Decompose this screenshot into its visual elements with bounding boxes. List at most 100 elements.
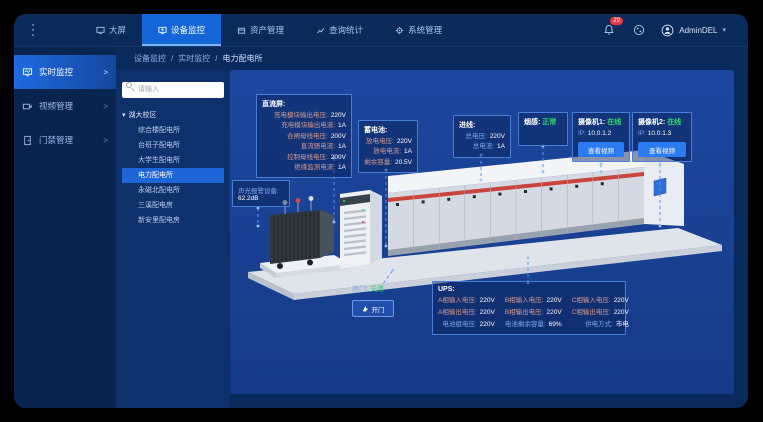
chevron-down-icon: ▾ [722, 26, 726, 34]
user-menu[interactable]: AdminDEL ▾ [661, 24, 726, 37]
chevron-right-icon: > [103, 68, 108, 77]
collapse-menu-icon[interactable] [14, 14, 52, 46]
smoke-detector-panel: 烟感: 正常 [518, 112, 568, 146]
nav-item-query-statistics[interactable]: 查询统计 [300, 14, 379, 46]
main-nav: 大屏 设备监控 资产管理 查询统计 系统管理 [80, 14, 458, 46]
notification-badge: 29 [610, 17, 623, 25]
panel-title: 蓄电池: [364, 125, 412, 135]
tree-item-selected[interactable]: 电力配电所 [122, 168, 224, 183]
user-name: AdminDEL [679, 26, 717, 35]
breadcrumb-item[interactable]: 设备监控 [134, 53, 166, 64]
open-door-button[interactable]: 开门 [352, 300, 394, 317]
ip-value: 10.0.1.2 [588, 129, 612, 139]
metric-value: 200V [331, 132, 346, 142]
sidebar-item-realtime-monitoring[interactable]: 实时监控 > [14, 55, 116, 89]
nav-item-asset-management[interactable]: 资产管理 [221, 14, 300, 46]
metric-label: 总电流: [459, 142, 494, 152]
panel-title: 进线: [459, 120, 505, 130]
sidebar-item-label: 实时监控 [39, 66, 73, 78]
tree-root-node[interactable]: ▾ 湖大校区 [122, 108, 224, 123]
camera2-panel: 摄像机2: 在线 IP: 10.0.1.3 查看视频 [632, 112, 692, 162]
metric-label: 供电方式: [572, 319, 613, 330]
panel-title: 摄像机1: [578, 119, 605, 126]
monitor-icon [158, 26, 167, 35]
tree-item[interactable]: 综合楼配电所 [122, 123, 224, 138]
panel-title: UPS: [438, 286, 620, 293]
panel-title: 声光报警设备: [238, 185, 284, 195]
app-window: 大屏 设备监控 资产管理 查询统计 系统管理 29 [14, 14, 748, 408]
bigscreen-icon [96, 26, 105, 35]
metric-label: C相输出电压: [572, 307, 611, 318]
notifications-bell-icon[interactable]: 29 [601, 22, 617, 38]
tree-item[interactable]: 永磁北配电所 [122, 183, 224, 198]
open-door-icon [362, 305, 369, 312]
search-input[interactable] [122, 82, 224, 98]
view-video-button[interactable]: 查看视频 [638, 142, 686, 157]
ip-label: IP: [578, 129, 586, 139]
chevron-right-icon: > [103, 136, 108, 145]
nav-label: 大屏 [109, 24, 126, 36]
nav-item-device-monitoring[interactable]: 设备监控 [142, 14, 221, 46]
metric-value: 220V [490, 132, 505, 142]
metric-label: B相输出电压: [505, 307, 544, 318]
camera1-panel: 摄像机1: 在线 IP: 10.0.1.2 查看视频 [572, 112, 630, 162]
incoming-line-panel: 进线: 总电压:220V 总电流:1A [453, 115, 511, 158]
ups-panel: UPS: A相输入电压:220V B相输入电压:220V C相输入电压:220V… [432, 281, 626, 335]
tree-item[interactable]: 大学生配电所 [122, 153, 224, 168]
metric-value: 220V [614, 295, 629, 306]
chevron-right-icon: > [103, 102, 108, 111]
breadcrumb-item[interactable]: 实时监控 [178, 53, 210, 64]
metric-label: C相输入电压: [572, 295, 611, 306]
panel-title: 直流屏: [262, 99, 346, 109]
dc-screen-panel: 直流屏: 充电模块输出电压:220V 充电模块输出电流:1A 合闸母线电压:20… [256, 94, 352, 178]
metric-value: 220V [480, 319, 495, 330]
sidebar-item-label: 门禁管理 [39, 134, 73, 146]
nav-item-system-management[interactable]: 系统管理 [379, 14, 458, 46]
tree-item[interactable]: 新安里配电房 [122, 213, 224, 228]
view-video-button[interactable]: 查看视频 [578, 142, 624, 157]
door-icon [22, 135, 33, 146]
breadcrumb-separator: / [215, 54, 217, 63]
sidebar-item-video-management[interactable]: 视频管理 > [14, 89, 116, 123]
metric-value: 220V [547, 295, 562, 306]
metric-label: 合闸母线电压: [262, 132, 328, 142]
open-door-label: 开门 [372, 304, 385, 314]
metric-label: A相输入电压: [438, 295, 477, 306]
breadcrumb-separator: / [171, 54, 173, 63]
tree-collapse-icon: ▾ [122, 108, 126, 123]
realtime-monitor-icon [22, 67, 33, 78]
metric-label: 电池组电压: [438, 319, 477, 330]
gear-icon [395, 26, 404, 35]
sound-light-alarm-panel: 声光报警设备: 62.2dB [232, 180, 290, 207]
metric-value: 1A [338, 121, 346, 131]
metric-label: 放电电流: [364, 147, 401, 157]
asset-box-icon [237, 26, 246, 35]
nav-label: 系统管理 [408, 24, 442, 36]
status-badge: 在线 [667, 119, 681, 126]
metric-value: 220V [480, 307, 495, 318]
nav-label: 资产管理 [250, 24, 284, 36]
metric-label: 充电模块输出电压: [262, 111, 328, 121]
tree-item[interactable]: 台班子配电所 [122, 138, 224, 153]
door-status: 关闭 [370, 286, 384, 293]
metric-value: 200V [331, 153, 346, 163]
metric-value: 1A [338, 163, 346, 173]
panel-title: 烟感: [524, 119, 540, 126]
metric-label: 剩余容量: [364, 158, 392, 168]
breadcrumb-item[interactable]: 电力配电所 [222, 53, 262, 64]
sidebar-item-access-control[interactable]: 门禁管理 > [14, 123, 116, 157]
metric-label: 总电压: [459, 132, 487, 142]
metric-value: 220V [397, 137, 412, 147]
alarm-value: 62.2dB [238, 195, 284, 202]
ip-value: 10.0.1.3 [648, 129, 672, 139]
fullscreen-icon[interactable] [631, 22, 647, 38]
nav-item-bigscreen[interactable]: 大屏 [80, 14, 142, 46]
sidebar-item-label: 视频管理 [39, 100, 73, 112]
topbar-right: 29 AdminDEL ▾ [601, 14, 748, 46]
metric-value: 20.5V [395, 158, 412, 168]
metric-label: 控制母线电压: [262, 153, 328, 163]
metric-value: 1A [404, 147, 412, 157]
door-label: 房门: [352, 286, 368, 293]
status-badge: 在线 [607, 119, 621, 126]
tree-item[interactable]: 三溪配电房 [122, 198, 224, 213]
